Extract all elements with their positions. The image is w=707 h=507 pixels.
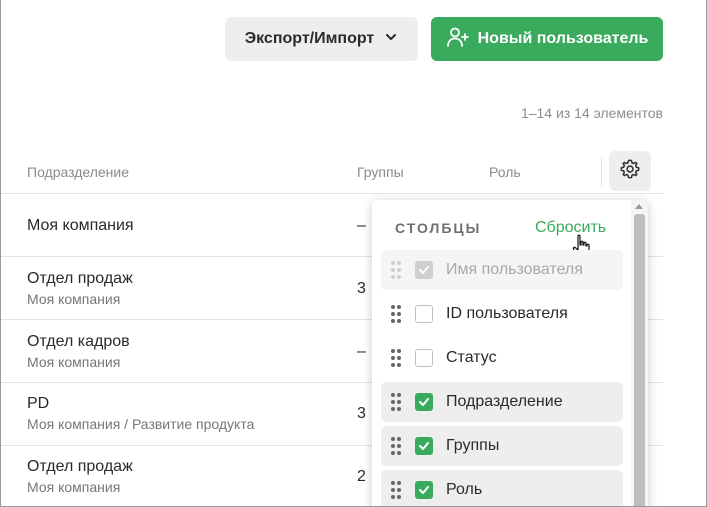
- drag-handle-icon: [391, 261, 401, 279]
- pagination-summary: 1–14 из 14 элементов: [520, 105, 663, 121]
- drag-handle-icon[interactable]: [391, 481, 401, 499]
- row-groups: 3: [357, 280, 366, 297]
- row-department-path: Моя компания / Развитие продукта: [27, 416, 255, 432]
- column-option-label: Роль: [446, 481, 483, 498]
- row-groups: 3: [357, 405, 366, 422]
- columns-panel: СТОЛБЦЫ Сбросить Имя пользователя ID пол…: [372, 200, 648, 507]
- column-option-groups[interactable]: Группы: [381, 426, 623, 466]
- drag-handle-icon[interactable]: [391, 349, 401, 367]
- export-import-label: Экспорт/Импорт: [244, 30, 375, 47]
- column-header-groups[interactable]: Группы: [357, 164, 404, 180]
- column-option-label: Группы: [446, 437, 500, 454]
- drag-handle-icon[interactable]: [391, 393, 401, 411]
- reset-columns-link[interactable]: Сбросить: [535, 219, 606, 237]
- column-settings-button[interactable]: [609, 151, 651, 191]
- toolbar: Экспорт/Импорт Новый пользователь: [225, 17, 663, 61]
- drag-handle-icon[interactable]: [391, 305, 401, 323]
- row-groups: –: [357, 217, 366, 234]
- row-department: Отдел продаж: [27, 270, 133, 287]
- column-checkbox[interactable]: [415, 349, 433, 367]
- column-checkbox[interactable]: [415, 481, 433, 499]
- new-user-button[interactable]: Новый пользователь: [431, 17, 663, 61]
- column-checkbox: [415, 261, 433, 279]
- column-checkbox[interactable]: [415, 393, 433, 411]
- column-option-label: Статус: [446, 349, 497, 366]
- column-option-department[interactable]: Подразделение: [381, 382, 623, 422]
- column-option-label: ID пользователя: [446, 305, 568, 322]
- gear-icon: [619, 158, 641, 185]
- export-import-button[interactable]: Экспорт/Импорт: [225, 17, 418, 61]
- column-option-label: Подразделение: [446, 393, 563, 410]
- column-checkbox[interactable]: [415, 437, 433, 455]
- scroll-up-arrow-icon[interactable]: [635, 204, 643, 209]
- column-option-role[interactable]: Роль: [381, 470, 623, 507]
- row-department: Моя компания: [27, 217, 134, 234]
- column-option-label: Имя пользователя: [446, 261, 583, 278]
- column-header-department[interactable]: Подразделение: [27, 164, 129, 180]
- row-department: PD: [27, 395, 50, 412]
- row-groups: 2: [357, 468, 366, 485]
- chevron-down-icon: [384, 30, 398, 49]
- add-user-icon: [446, 25, 470, 54]
- drag-handle-icon[interactable]: [391, 437, 401, 455]
- column-option-status[interactable]: Статус: [381, 338, 623, 378]
- column-header-role[interactable]: Роль: [489, 164, 521, 180]
- column-option-username: Имя пользователя: [381, 250, 623, 290]
- row-department-path: Моя компания: [27, 479, 121, 495]
- row-department: Отдел кадров: [27, 333, 130, 350]
- row-department-path: Моя компания: [27, 354, 121, 370]
- row-groups: –: [357, 343, 366, 360]
- table-header: Подразделение Группы Роль: [0, 150, 663, 194]
- header-divider: [601, 158, 602, 186]
- columns-panel-title: СТОЛБЦЫ: [395, 220, 482, 236]
- new-user-label: Новый пользователь: [477, 30, 649, 47]
- scrollbar-thumb[interactable]: [634, 214, 645, 507]
- row-department: Отдел продаж: [27, 458, 133, 475]
- row-department-path: Моя компания: [27, 291, 121, 307]
- column-checkbox[interactable]: [415, 305, 433, 323]
- column-option-user-id[interactable]: ID пользователя: [381, 294, 623, 334]
